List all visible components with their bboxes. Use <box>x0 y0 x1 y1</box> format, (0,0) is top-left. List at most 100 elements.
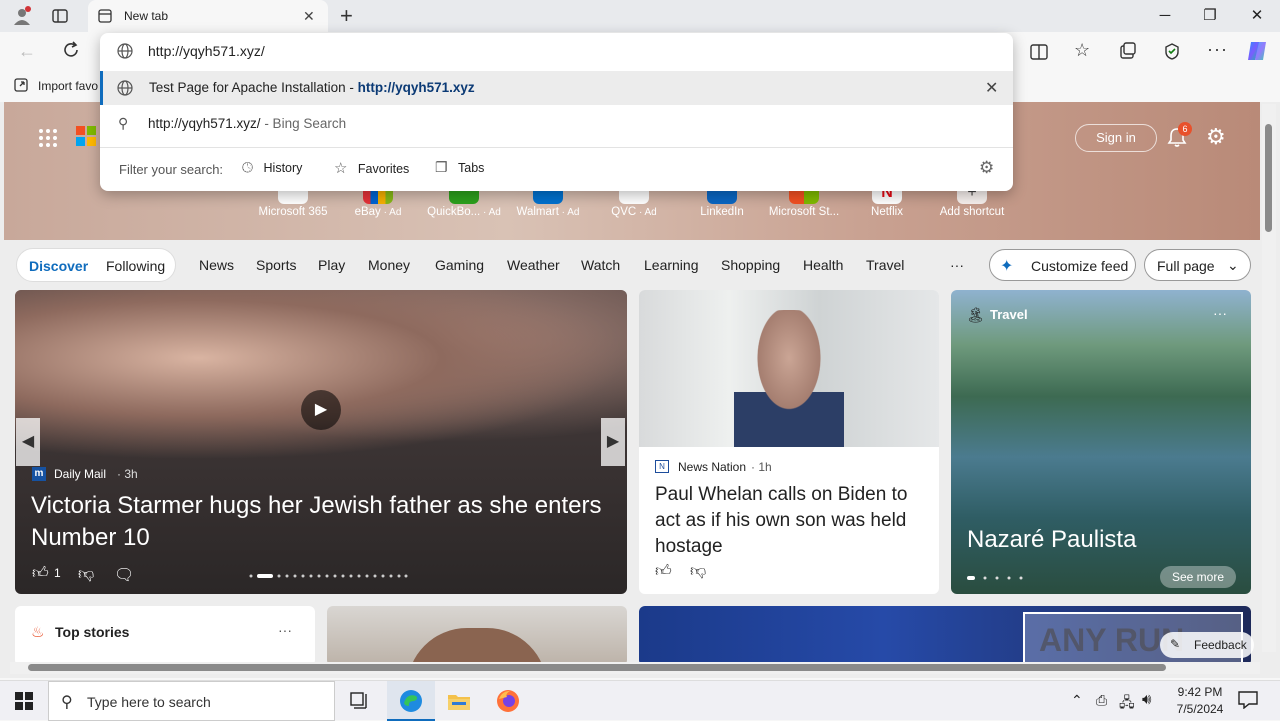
taskbar-search-box[interactable]: ⚲ Type here to search <box>48 681 335 721</box>
feedback-label: Feedback <box>1194 638 1247 652</box>
filter-favorites-button[interactable]: ☆ Favorites <box>334 159 409 179</box>
taskbar-search-placeholder: Type here to search <box>87 694 211 710</box>
more-categories-button[interactable]: ··· <box>950 257 964 273</box>
feed-navigation: Discover Following News Sports Play Mone… <box>0 248 1280 284</box>
tab-actions-icon[interactable] <box>52 8 68 24</box>
filter-tabs-button[interactable]: ❐ Tabs <box>435 159 484 179</box>
full-page-dropdown[interactable]: Full page ⌄ <box>1144 249 1251 281</box>
address-input[interactable]: http://yqyh571.xyz/ <box>148 43 265 59</box>
tab-bar: New tab ✕ + ─ ❐ ✕ <box>0 0 1280 32</box>
settings-more-icon[interactable]: ··· <box>1207 39 1228 60</box>
network-device-icon[interactable]: ⎙ <box>1096 692 1107 709</box>
category-news[interactable]: News <box>199 257 234 273</box>
file-explorer-icon[interactable] <box>447 691 471 711</box>
tab-discover[interactable]: Discover <box>29 258 88 274</box>
system-tray-chevron-icon[interactable]: ⌃ <box>1071 692 1083 709</box>
restore-icon[interactable]: ❐ <box>1200 6 1220 26</box>
clock-date[interactable]: 7/5/2024 <box>1170 702 1230 716</box>
see-more-button[interactable]: See more <box>1160 566 1236 588</box>
top-stories-more-icon[interactable]: ··· <box>278 622 292 638</box>
new-tab-button[interactable]: + <box>340 3 353 29</box>
story-card-2[interactable] <box>327 606 627 666</box>
notification-center-icon[interactable] <box>1238 691 1258 709</box>
task-view-icon[interactable] <box>350 692 370 710</box>
copilot-icon[interactable] <box>1245 39 1269 63</box>
tab-title: New tab <box>124 9 169 23</box>
story-card-2-photo <box>407 628 547 666</box>
news-card-photo <box>639 290 939 447</box>
category-money[interactable]: Money <box>368 257 410 273</box>
news-dislike-icon[interactable]: 👎︎ <box>690 562 706 581</box>
favorites-star-icon[interactable]: ☆ <box>1074 40 1090 61</box>
minimize-icon[interactable]: ─ <box>1155 6 1175 26</box>
vertical-scroll-thumb[interactable] <box>1265 124 1272 232</box>
edge-icon <box>399 689 423 713</box>
category-sports[interactable]: Sports <box>256 257 296 273</box>
feedback-button[interactable]: ✎ Feedback <box>1160 632 1254 658</box>
like-count: 1 <box>54 566 61 580</box>
vertical-scrollbar[interactable] <box>1262 104 1276 652</box>
main-news-card[interactable]: ▶ ◀ ▶ m Daily Mail · 3h Victoria Starmer… <box>15 290 627 594</box>
travel-card[interactable]: 🏝︎ Travel ··· Nazaré Paulista See more <box>951 290 1251 594</box>
clock-time[interactable]: 9:42 PM <box>1175 685 1225 699</box>
sign-in-button[interactable]: Sign in <box>1075 124 1157 152</box>
customize-feed-label: Customize feed <box>1031 258 1129 274</box>
news-card-headline[interactable]: Paul Whelan calls on Biden to act as if … <box>655 482 925 560</box>
comment-icon[interactable]: 🗨︎ <box>114 565 134 585</box>
profile-icon[interactable] <box>12 6 32 26</box>
refresh-icon[interactable] <box>62 41 80 59</box>
category-health[interactable]: Health <box>803 257 843 273</box>
category-watch[interactable]: Watch <box>581 257 620 273</box>
firefox-icon[interactable] <box>496 689 520 713</box>
customize-feed-button[interactable]: ✦ Customize feed <box>989 249 1136 281</box>
network-icon[interactable]: 🖧︎ <box>1119 692 1135 716</box>
carousel-next-icon[interactable]: ▶ <box>601 418 625 466</box>
main-card-headline[interactable]: Victoria Starmer hugs her Jewish father … <box>31 490 621 554</box>
close-window-icon[interactable]: ✕ <box>1247 6 1267 26</box>
taskbar-search-icon: ⚲ <box>61 694 73 711</box>
carousel-prev-icon[interactable]: ◀ <box>16 418 40 466</box>
suggestion-history-row[interactable]: Test Page for Apache Installation - http… <box>100 71 1013 105</box>
travel-carousel-dots <box>967 576 1027 580</box>
tab-following[interactable]: Following <box>106 258 165 274</box>
browser-essentials-icon[interactable] <box>1163 42 1181 60</box>
suggestion-search-row[interactable]: ⚲ http://yqyh571.xyz/ - Bing Search <box>100 107 1013 141</box>
story-card-3[interactable]: ANY RUN <box>639 606 1251 666</box>
page-settings-gear-icon[interactable]: ⚙ <box>1206 126 1226 148</box>
category-shopping[interactable]: Shopping <box>721 257 780 273</box>
news-card[interactable]: N News Nation · 1h Paul Whelan calls on … <box>639 290 939 594</box>
top-stories-title: Top stories <box>55 624 130 640</box>
category-learning[interactable]: Learning <box>644 257 699 273</box>
category-gaming[interactable]: Gaming <box>435 257 484 273</box>
category-travel[interactable]: Travel <box>866 257 904 273</box>
horizontal-scroll-thumb[interactable] <box>28 664 1166 671</box>
close-tab-icon[interactable]: ✕ <box>303 8 315 25</box>
tab-new-tab[interactable]: New tab ✕ <box>88 0 328 32</box>
import-favorites-link[interactable]: Import favo <box>38 79 98 93</box>
like-icon[interactable]: 👍︎ <box>32 564 49 583</box>
play-video-icon[interactable]: ▶ <box>301 390 341 430</box>
windows-taskbar: ⚲ Type here to search ⌃ ⎙ 🖧︎ 🔊︎ 9:42 PM … <box>0 680 1280 721</box>
carousel-dots <box>249 574 409 578</box>
category-weather[interactable]: Weather <box>507 257 560 273</box>
main-card-source: Daily Mail <box>54 467 107 481</box>
travel-card-title[interactable]: Nazaré Paulista <box>967 526 1136 554</box>
microsoft-logo-icon <box>76 126 96 146</box>
category-play[interactable]: Play <box>318 257 345 273</box>
filter-history-button[interactable]: 🕓︎ History <box>242 159 302 179</box>
customize-feed-icon: ✦ <box>1000 258 1014 275</box>
split-screen-icon[interactable] <box>1030 43 1048 61</box>
remove-suggestion-icon[interactable]: ✕ <box>985 78 998 98</box>
taskbar-edge-button[interactable] <box>387 681 435 721</box>
search-settings-gear-icon[interactable]: ⚙ <box>979 158 994 178</box>
globe-icon <box>117 43 133 59</box>
horizontal-scrollbar[interactable] <box>10 662 1260 674</box>
back-icon[interactable]: ← <box>18 41 36 62</box>
news-like-icon[interactable]: 👍︎ <box>655 562 672 581</box>
apps-launcher-icon[interactable] <box>38 128 58 148</box>
travel-more-icon[interactable]: ··· <box>1213 305 1227 321</box>
volume-icon[interactable]: 🔊︎ <box>1142 691 1151 708</box>
windows-start-icon[interactable] <box>15 692 33 710</box>
dislike-icon[interactable]: 👎︎ <box>78 565 94 584</box>
collections-icon[interactable] <box>1119 42 1137 60</box>
